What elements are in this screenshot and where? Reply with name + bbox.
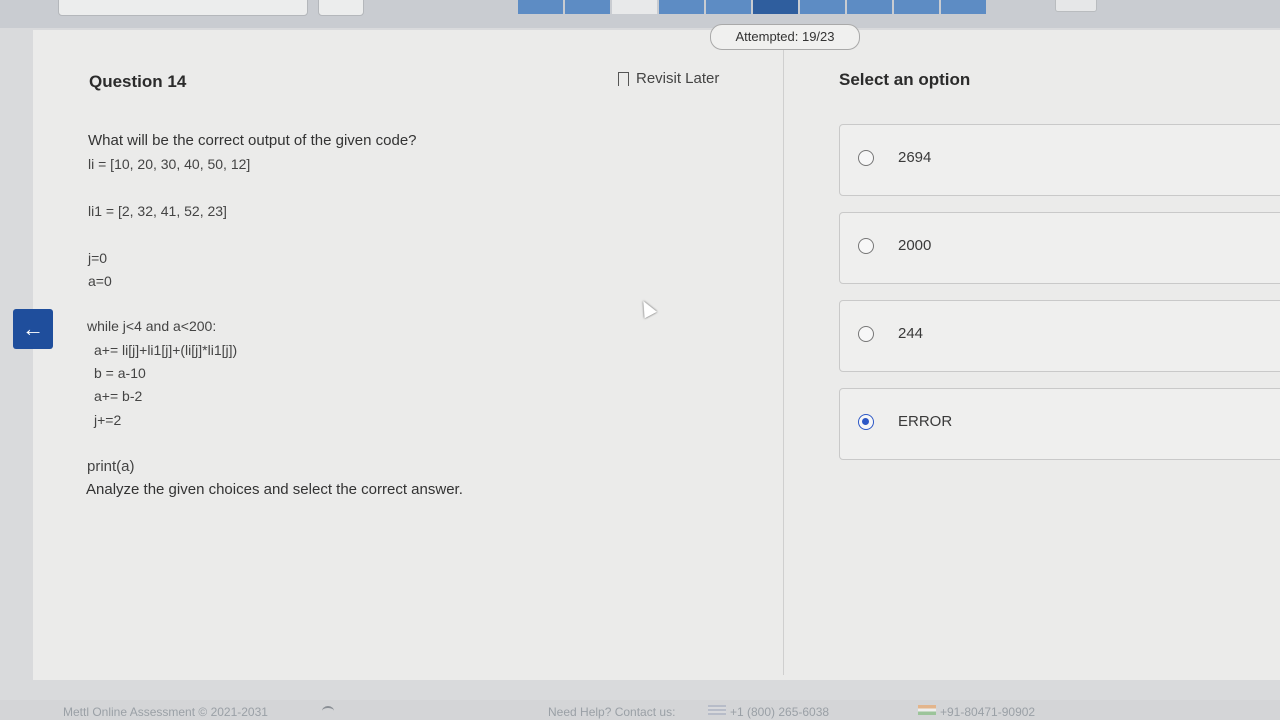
option-label: 244 [898, 325, 924, 342]
question-instruction: Analyze the given choices and select the… [86, 481, 463, 498]
india-flag-icon [918, 705, 936, 715]
arrow-left-icon: ← [22, 316, 44, 341]
nav-question[interactable] [894, 0, 939, 14]
toolbar-button[interactable] [318, 0, 364, 16]
nav-question[interactable] [659, 0, 704, 14]
attempted-badge: Attempted: 19/23 [710, 24, 860, 50]
bookmark-icon [618, 71, 629, 90]
back-button[interactable]: ← [13, 309, 53, 349]
question-title: Question 14 [89, 72, 187, 91]
nav-question[interactable] [847, 0, 892, 14]
nav-question[interactable] [565, 0, 610, 14]
select-option-title: Select an option [839, 70, 971, 89]
footer: Mettl Online Assessment © 2021-2031 Need… [0, 700, 1280, 720]
radio-button-selected[interactable] [858, 414, 874, 430]
nav-question[interactable] [612, 0, 657, 14]
nav-question-current[interactable] [753, 0, 798, 14]
code-line: li = [10, 20, 30, 40, 50, 12] [88, 156, 251, 172]
phone-india[interactable]: +91-80471-90902 [940, 705, 1035, 719]
radio-button[interactable] [858, 238, 874, 254]
panel-divider [783, 45, 784, 675]
revisit-later-label: Revisit Later [636, 70, 720, 87]
code-line: j+=2 [94, 412, 122, 428]
nav-question[interactable] [518, 0, 563, 14]
help-text: Need Help? Contact us: [548, 705, 676, 719]
copyright-text: Mettl Online Assessment © 2021-2031 [63, 705, 268, 719]
phone-us[interactable]: +1 (800) 265-6038 [730, 705, 829, 719]
code-line: b = a-10 [94, 365, 146, 381]
nav-question[interactable] [941, 0, 986, 14]
code-line: a+= li[j]+li1[j]+(li[j]*li1[j]) [94, 342, 238, 358]
option-244[interactable]: 244 [839, 300, 1280, 372]
top-bar [0, 0, 1280, 28]
option-2000[interactable]: 2000 [839, 212, 1280, 284]
question-navigator [518, 0, 986, 14]
option-label: 2694 [898, 149, 932, 166]
option-error[interactable]: ERROR [839, 388, 1280, 460]
radio-button[interactable] [858, 326, 874, 342]
toolbar-right-button[interactable] [1055, 0, 1097, 12]
question-prompt: What will be the correct output of the g… [88, 132, 417, 149]
nav-question[interactable] [706, 0, 751, 14]
section-selector[interactable] [58, 0, 308, 16]
nav-question[interactable] [800, 0, 845, 14]
revisit-later-button[interactable]: Revisit Later [618, 70, 720, 90]
wifi-icon [322, 706, 334, 716]
code-line: a=0 [88, 273, 112, 289]
option-label: ERROR [898, 413, 953, 430]
code-line: while j<4 and a<200: [87, 318, 217, 334]
code-line: a+= b-2 [94, 388, 143, 404]
option-label: 2000 [898, 237, 932, 254]
radio-button[interactable] [858, 150, 874, 166]
code-line: j=0 [88, 250, 108, 266]
code-line: print(a) [87, 458, 135, 475]
option-2694[interactable]: 2694 [839, 124, 1280, 196]
us-flag-icon [708, 705, 726, 715]
code-line: li1 = [2, 32, 41, 52, 23] [88, 203, 227, 219]
